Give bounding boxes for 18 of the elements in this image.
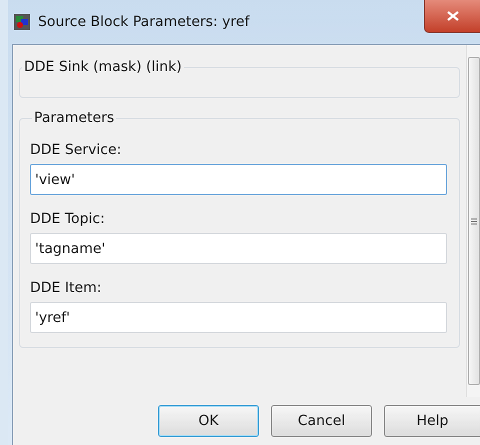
- close-icon: [446, 11, 458, 21]
- scrollbar[interactable]: [466, 45, 480, 397]
- dialog-button[interactable]: Help: [384, 405, 480, 437]
- close-button[interactable]: [424, 0, 480, 33]
- dialog-button[interactable]: OK: [158, 405, 259, 437]
- field-label: DDE Service:: [30, 142, 122, 158]
- field-label: DDE Item:: [30, 280, 102, 296]
- app-icon: [14, 14, 30, 30]
- window-title: Source Block Parameters: yref: [38, 13, 250, 32]
- scroll-thumb[interactable]: [468, 57, 480, 385]
- input-field[interactable]: 'view': [30, 164, 447, 195]
- grip-icon: [470, 218, 476, 224]
- group-title: DDE Sink (mask) (link): [23, 59, 183, 75]
- field-label: DDE Topic:: [30, 211, 105, 227]
- input-field[interactable]: 'tagname': [30, 233, 447, 264]
- dialog-button[interactable]: Cancel: [271, 405, 372, 437]
- group-title: Parameters: [33, 110, 116, 126]
- input-field[interactable]: 'yref': [30, 302, 447, 333]
